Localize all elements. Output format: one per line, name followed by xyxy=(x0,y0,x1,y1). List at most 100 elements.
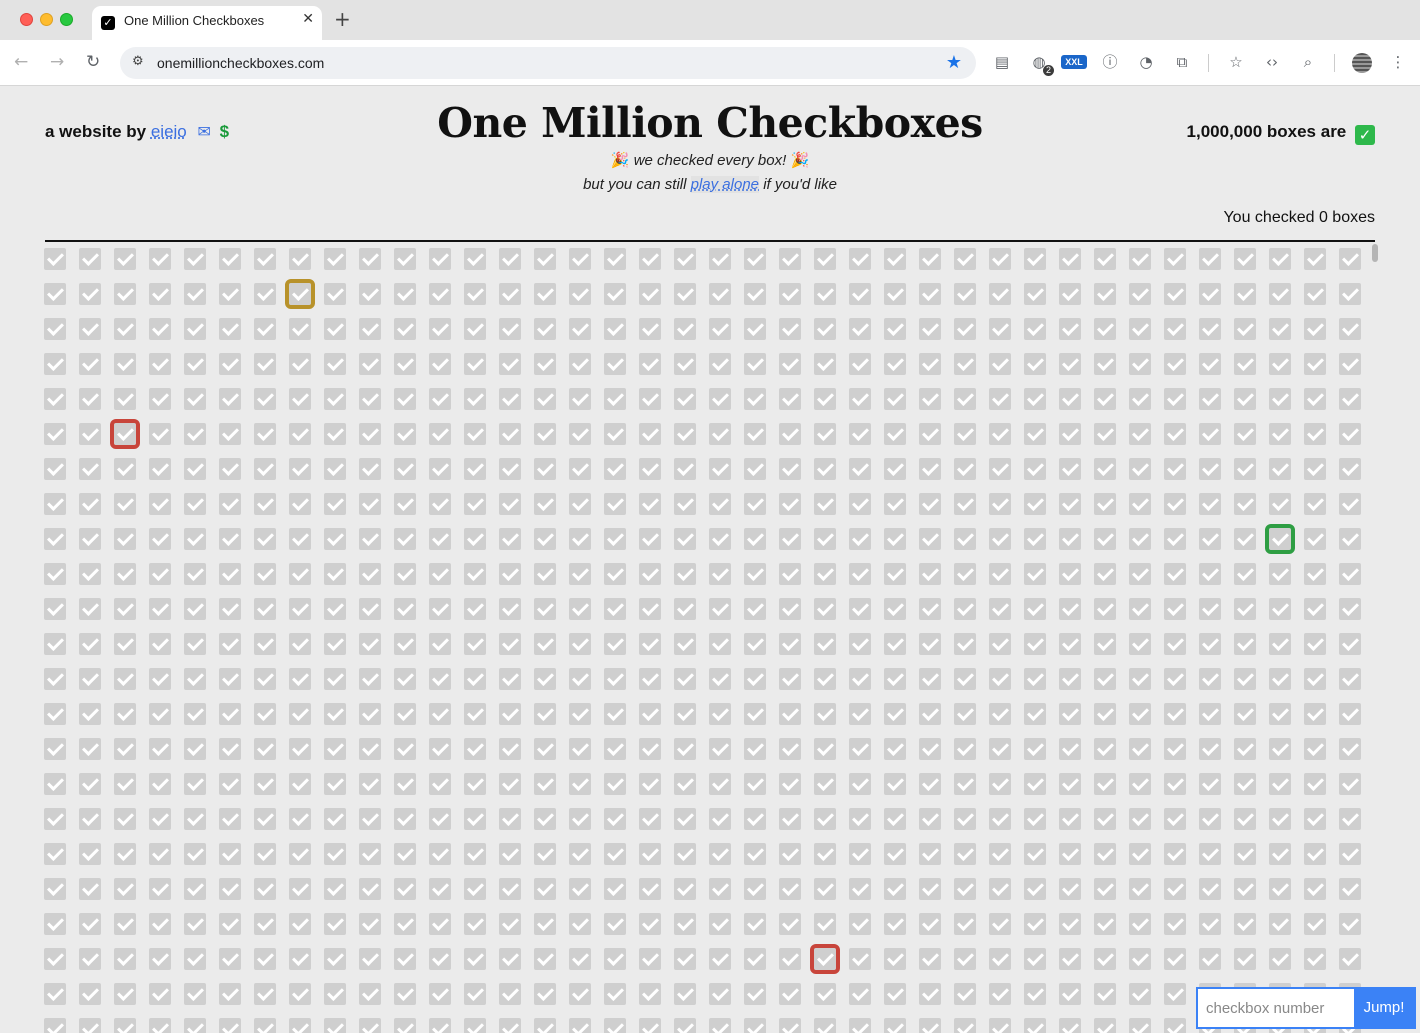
checkbox[interactable] xyxy=(79,423,101,445)
checkbox[interactable] xyxy=(44,878,66,900)
checkbox[interactable] xyxy=(1199,668,1221,690)
checkbox[interactable] xyxy=(744,703,766,725)
checkbox[interactable] xyxy=(604,1018,626,1033)
checkbox[interactable] xyxy=(814,773,836,795)
checkbox[interactable] xyxy=(1059,738,1081,760)
checkbox[interactable] xyxy=(429,388,451,410)
checkbox[interactable] xyxy=(359,528,381,550)
checkbox[interactable] xyxy=(219,738,241,760)
checkbox[interactable] xyxy=(149,493,171,515)
checkbox[interactable] xyxy=(1234,563,1256,585)
checkbox[interactable] xyxy=(1059,353,1081,375)
checkbox[interactable] xyxy=(1304,843,1326,865)
checkbox[interactable] xyxy=(1304,423,1326,445)
checkbox[interactable] xyxy=(184,1018,206,1033)
checkbox[interactable] xyxy=(184,738,206,760)
checkbox[interactable] xyxy=(849,843,871,865)
checkbox[interactable] xyxy=(324,563,346,585)
checkbox[interactable] xyxy=(149,423,171,445)
checkbox[interactable] xyxy=(744,1018,766,1033)
checkbox[interactable] xyxy=(499,668,521,690)
checkbox[interactable] xyxy=(219,493,241,515)
checkbox[interactable] xyxy=(814,563,836,585)
checkbox[interactable] xyxy=(1059,668,1081,690)
checkbox[interactable] xyxy=(1339,283,1361,305)
highlighted-checkbox[interactable] xyxy=(1265,524,1295,554)
checkbox[interactable] xyxy=(79,318,101,340)
checkbox[interactable] xyxy=(674,388,696,410)
checkbox[interactable] xyxy=(744,283,766,305)
checkbox[interactable] xyxy=(709,598,731,620)
checkbox[interactable] xyxy=(1094,458,1116,480)
checkbox[interactable] xyxy=(779,353,801,375)
checkbox[interactable] xyxy=(534,528,556,550)
checkbox[interactable] xyxy=(674,528,696,550)
checkbox[interactable] xyxy=(639,493,661,515)
checkbox[interactable] xyxy=(569,248,591,270)
checkbox[interactable] xyxy=(359,738,381,760)
checkbox[interactable] xyxy=(1094,738,1116,760)
checkbox[interactable] xyxy=(884,563,906,585)
checkbox[interactable] xyxy=(1304,458,1326,480)
checkbox[interactable] xyxy=(219,843,241,865)
checkbox[interactable] xyxy=(1059,493,1081,515)
checkbox[interactable] xyxy=(1094,563,1116,585)
checkbox[interactable] xyxy=(1304,528,1326,550)
checkbox[interactable] xyxy=(1164,1018,1186,1033)
checkbox[interactable] xyxy=(779,913,801,935)
checkbox[interactable] xyxy=(849,458,871,480)
checkbox[interactable] xyxy=(79,878,101,900)
checkbox[interactable] xyxy=(814,668,836,690)
checkbox[interactable] xyxy=(149,598,171,620)
checkbox[interactable] xyxy=(534,808,556,830)
checkbox[interactable] xyxy=(324,738,346,760)
checkbox[interactable] xyxy=(954,283,976,305)
jump-button[interactable]: Jump! xyxy=(1354,989,1414,1027)
checkbox[interactable] xyxy=(1164,528,1186,550)
checkbox[interactable] xyxy=(604,633,626,655)
checkbox[interactable] xyxy=(989,703,1011,725)
checkbox[interactable] xyxy=(464,598,486,620)
checkbox[interactable] xyxy=(674,423,696,445)
checkbox[interactable] xyxy=(849,528,871,550)
checkbox[interactable] xyxy=(44,633,66,655)
minimize-window-button[interactable] xyxy=(40,13,53,26)
checkbox[interactable] xyxy=(674,563,696,585)
checkbox[interactable] xyxy=(989,423,1011,445)
checkbox[interactable] xyxy=(324,808,346,830)
checkbox[interactable] xyxy=(219,808,241,830)
checkbox[interactable] xyxy=(1024,633,1046,655)
checkbox[interactable] xyxy=(289,248,311,270)
checkbox[interactable] xyxy=(569,668,591,690)
checkbox[interactable] xyxy=(44,808,66,830)
checkbox[interactable] xyxy=(849,318,871,340)
checkbox[interactable] xyxy=(744,878,766,900)
checkbox[interactable] xyxy=(254,528,276,550)
checkbox[interactable] xyxy=(1059,318,1081,340)
cast-search-icon[interactable]: ⌕ xyxy=(1297,51,1319,73)
checkbox[interactable] xyxy=(674,283,696,305)
checkbox[interactable] xyxy=(79,563,101,585)
checkbox[interactable] xyxy=(429,738,451,760)
checkbox[interactable] xyxy=(919,528,941,550)
checkbox[interactable] xyxy=(1234,913,1256,935)
checkbox[interactable] xyxy=(639,318,661,340)
checkbox[interactable] xyxy=(814,703,836,725)
checkbox[interactable] xyxy=(569,458,591,480)
checkbox[interactable] xyxy=(1199,913,1221,935)
checkbox[interactable] xyxy=(1059,983,1081,1005)
checkbox[interactable] xyxy=(849,248,871,270)
checkbox[interactable] xyxy=(324,493,346,515)
checkbox[interactable] xyxy=(709,878,731,900)
checkbox[interactable] xyxy=(359,598,381,620)
checkbox[interactable] xyxy=(429,668,451,690)
checkbox[interactable] xyxy=(1304,808,1326,830)
checkbox[interactable] xyxy=(499,353,521,375)
checkbox[interactable] xyxy=(1269,248,1291,270)
checkbox[interactable] xyxy=(1164,773,1186,795)
checkbox[interactable] xyxy=(114,843,136,865)
checkbox[interactable] xyxy=(604,528,626,550)
checkbox[interactable] xyxy=(44,493,66,515)
checkbox[interactable] xyxy=(1269,808,1291,830)
checkbox[interactable] xyxy=(149,1018,171,1033)
